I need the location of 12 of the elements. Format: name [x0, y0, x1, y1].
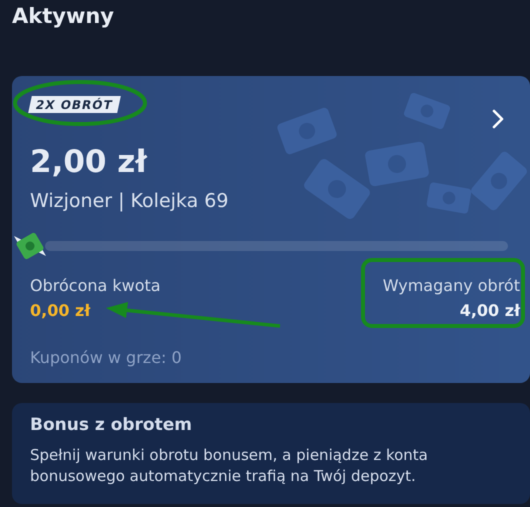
page-title: Aktywny [11, 3, 115, 30]
stat-value: 0,00 zł [30, 301, 92, 320]
stat-value: 4,00 zł [458, 301, 520, 320]
stat-label: Wymagany obrót [382, 276, 520, 295]
bonus-badge: 2X OBRÓT [28, 96, 121, 113]
chevron-right-icon [492, 109, 504, 129]
bonus-source: Wizjoner | Kolejka 69 [30, 190, 230, 212]
coupon-count: Kuponów w grze: 0 [30, 348, 183, 367]
bonus-amount: 2,00 zł [30, 144, 148, 180]
info-text: Spełnij warunki obrotu bonusem, a pieniądze z konta bonusowego automatycznie trafią na Twój depozyt. [30, 445, 429, 487]
info-title: Bonus z obrotem [30, 415, 193, 435]
stat-label: Obrócona kwota [30, 276, 161, 295]
